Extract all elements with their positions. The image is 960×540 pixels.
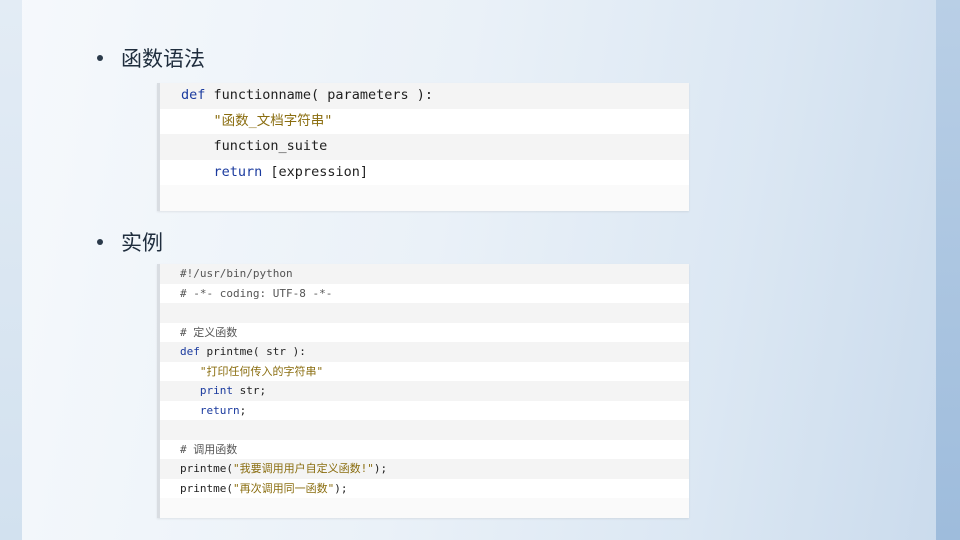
code-token: printme( (180, 462, 233, 475)
code-line: printme("再次调用同一函数"); (160, 478, 689, 498)
heading-example: 实例 (97, 227, 163, 257)
code-token: function_suite (181, 138, 328, 155)
code-token: "再次调用同一函数" (232, 481, 335, 495)
code-line: # 调用函数 (160, 439, 689, 459)
code-token: str; (233, 384, 267, 397)
code-line: return; (160, 400, 689, 420)
code-token: # -*- coding: UTF-8 -*- (180, 286, 333, 300)
code-token: print (199, 384, 233, 397)
bullet-icon (97, 55, 103, 61)
code-token: functionname( parameters ): (205, 87, 433, 103)
code-token: "打印任何传入的字符串" (199, 364, 324, 378)
code-token: [expression] (262, 163, 368, 180)
code-line (160, 303, 689, 323)
code-line: # 定义函数 (160, 322, 689, 342)
code-token: "函数_文档字符串" (213, 112, 333, 129)
code-token: def (180, 345, 200, 358)
code-token: return (199, 403, 240, 417)
code-line: printme("我要调用用户自定义函数!"); (160, 459, 689, 479)
code-token: def (181, 87, 206, 103)
code-token: printme( str ): (199, 345, 306, 358)
code-line: "打印任何传入的字符串" (160, 361, 689, 381)
heading-text: 实例 (121, 231, 163, 255)
code-line: # -*- coding: UTF-8 -*- (160, 283, 689, 303)
bullet-icon (97, 239, 103, 245)
code-line (160, 420, 689, 440)
code-line: def printme( str ): (160, 342, 689, 362)
code-block-example: #!/usr/bin/python # -*- coding: UTF-8 -*-… (157, 264, 689, 518)
code-token: ); (334, 481, 348, 495)
heading-text: 函数语法 (121, 47, 205, 71)
code-line: function_suite (160, 134, 689, 160)
code-line: "函数_文档字符串" (160, 108, 689, 135)
code-token: printme( (180, 481, 233, 495)
code-token: #!/usr/bin/python (180, 267, 293, 280)
right-decor-strip (936, 0, 960, 540)
code-block-syntax: def functionname( parameters ): "函数_文档字符… (157, 83, 689, 211)
heading-function-syntax: 函数语法 (97, 43, 205, 73)
code-line: #!/usr/bin/python (160, 264, 689, 284)
code-token: ; (239, 403, 247, 417)
left-decor-strip (0, 0, 22, 540)
code-token: "我要调用用户自定义函数!" (232, 462, 374, 475)
code-token: # 调用函数 (180, 442, 238, 456)
code-token: ); (373, 462, 388, 475)
code-line: return [expression] (160, 159, 689, 186)
code-line: print str; (160, 381, 689, 401)
code-line: def functionname( parameters ): (160, 83, 689, 109)
code-token: # 定义函数 (180, 325, 238, 339)
code-token: return (213, 163, 263, 180)
